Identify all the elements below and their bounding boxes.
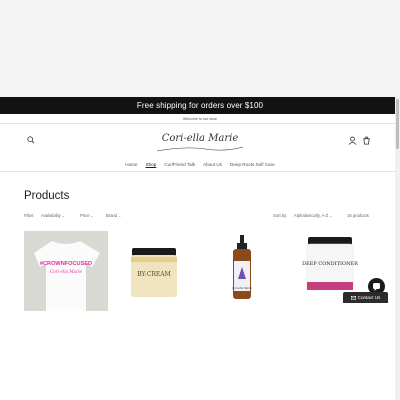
shirt-caption-line2: Cori-ella Marie: [50, 269, 83, 274]
scrollbar[interactable]: [395, 97, 400, 400]
shirt-caption-line1: #CROWNFOCUSED: [40, 261, 92, 267]
cream-label: BY-CREAM: [137, 271, 171, 278]
chevron-down-icon: ⌄: [329, 214, 333, 218]
announcement-bar: Free shipping for orders over $100: [0, 97, 400, 114]
nav-item-home[interactable]: Home: [125, 162, 137, 167]
sort-select[interactable]: Alphabetically, A-Z⌄: [294, 213, 332, 218]
price-filter[interactable]: Price⌄: [80, 213, 94, 218]
search-icon[interactable]: [27, 136, 35, 144]
nav-item-deep-roots-self-care[interactable]: Deep Roots Self Care: [230, 162, 275, 167]
welcome-text: Welcome to our store: [182, 116, 218, 121]
chevron-down-icon: ⌄: [61, 214, 65, 218]
nav-item-shop[interactable]: Shop: [146, 162, 157, 167]
price-label: Price: [80, 213, 90, 218]
oil-bottle-image: Cori-ella Marie: [200, 231, 284, 311]
logo-text: Cori-ella Marie: [161, 133, 239, 144]
product-card[interactable]: #CROWNFOCUSED Cori-ella Marie: [24, 231, 108, 311]
nav-item-about-us[interactable]: About Us: [203, 162, 222, 167]
store-logo[interactable]: Cori-ella Marie: [150, 129, 250, 155]
sort-value: Alphabetically, A-Z: [294, 213, 329, 218]
logo-swash: [156, 146, 244, 152]
availability-label: Availability: [41, 213, 61, 218]
product-count: 16 products: [347, 213, 369, 218]
site-header: Cori-ella Marie: [0, 124, 400, 158]
main-nav: Home Shop CurlFriend Talk About Us Deep …: [0, 158, 400, 172]
top-whitespace: [0, 0, 400, 97]
scrollbar-thumb[interactable]: [396, 99, 399, 149]
conditioner-label: DEEP CONDITIONER: [302, 261, 358, 267]
contact-us-label: Contact Us: [357, 295, 381, 300]
chevron-down-icon: ⌄: [90, 214, 94, 218]
mail-icon: [350, 295, 356, 300]
cart-icon[interactable]: [362, 136, 371, 145]
cream-jar-image: BY-CREAM: [112, 231, 196, 311]
oil-label: Cori-ella Marie: [232, 286, 252, 290]
filter-label: Filter:: [24, 213, 35, 218]
announcement-text: Free shipping for orders over $100: [136, 101, 264, 110]
sort-label: Sort by:: [273, 213, 288, 218]
product-card[interactable]: Cori-ella Marie: [200, 231, 284, 311]
chevron-down-icon: ⌄: [118, 214, 122, 218]
account-icon[interactable]: [348, 136, 357, 145]
filter-bar: Filter: Availability⌄ Price⌄ Brand⌄ Sort…: [24, 213, 374, 221]
store-page: Free shipping for orders over $100 Welco…: [0, 97, 400, 400]
welcome-bar: Welcome to our store: [0, 114, 400, 124]
brand-label: Brand: [106, 213, 118, 218]
page-title: Products: [24, 190, 70, 202]
product-grid: #CROWNFOCUSED Cori-ella Marie BY-CREAM C…: [24, 231, 374, 311]
contact-us-button[interactable]: Contact Us: [343, 292, 388, 303]
product-card[interactable]: BY-CREAM: [112, 231, 196, 311]
nav-item-curlfriend-talk[interactable]: CurlFriend Talk: [164, 162, 195, 167]
availability-filter[interactable]: Availability⌄: [41, 213, 65, 218]
brand-filter[interactable]: Brand⌄: [106, 213, 121, 218]
tshirt-image: #CROWNFOCUSED Cori-ella Marie: [24, 231, 108, 311]
